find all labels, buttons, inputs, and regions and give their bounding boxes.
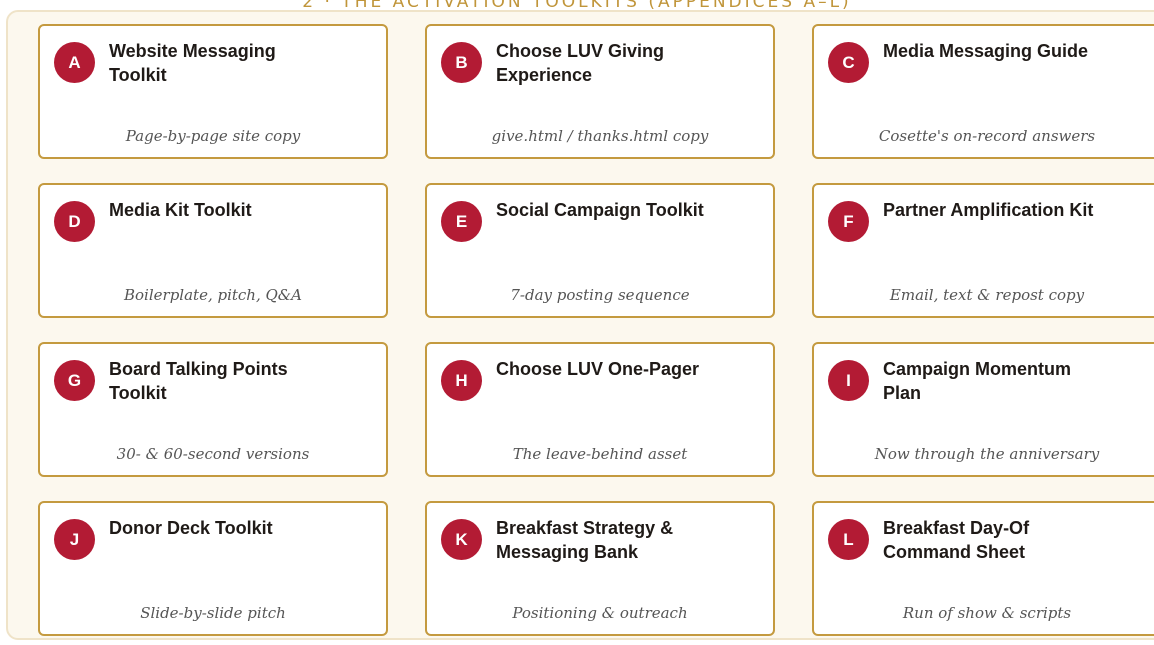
- card-title: Choose LUV Giving Experience: [496, 41, 665, 85]
- appendix-badge: B: [441, 42, 482, 83]
- appendix-badge: E: [441, 201, 482, 242]
- toolkit-card-e[interactable]: E Social Campaign Toolkit 7-day posting …: [425, 183, 775, 318]
- appendix-badge: H: [441, 360, 482, 401]
- card-title: Media Messaging Guide: [883, 41, 1089, 61]
- toolkit-card-d[interactable]: D Media Kit Toolkit Boilerplate, pitch, …: [38, 183, 388, 318]
- toolkit-card-i[interactable]: I Campaign Momentum Plan Now through the…: [812, 342, 1154, 477]
- card-title: Partner Amplification Kit: [883, 200, 1094, 220]
- card-title: Breakfast Strategy & Messaging Bank: [496, 518, 674, 562]
- card-title: Choose LUV One-Pager: [496, 359, 700, 379]
- toolkit-card-c[interactable]: C Media Messaging Guide Cosette's on-rec…: [812, 24, 1154, 159]
- appendix-badge: G: [54, 360, 95, 401]
- card-title: Campaign Momentum Plan: [883, 359, 1072, 403]
- toolkit-card-f[interactable]: F Partner Amplification Kit Email, text …: [812, 183, 1154, 318]
- toolkit-card-h[interactable]: H Choose LUV One-Pager The leave-behind …: [425, 342, 775, 477]
- toolkit-card-k[interactable]: K Breakfast Strategy & Messaging Bank Po…: [425, 501, 775, 636]
- appendix-badge: I: [828, 360, 869, 401]
- card-title: Breakfast Day-Of Command Sheet: [883, 518, 1030, 562]
- card-title: Board Talking Points Toolkit: [109, 359, 288, 403]
- appendix-badge: K: [441, 519, 482, 560]
- appendix-badge: J: [54, 519, 95, 560]
- toolkit-card-a[interactable]: A Website Messaging Toolkit Page-by-page…: [38, 24, 388, 159]
- appendix-badge: L: [828, 519, 869, 560]
- card-title: Social Campaign Toolkit: [496, 200, 704, 220]
- card-subtitle: The leave-behind asset: [512, 445, 688, 463]
- toolkit-card-l[interactable]: L Breakfast Day-Of Command Sheet Run of …: [812, 501, 1154, 636]
- card-subtitle: Page-by-page site copy: [125, 127, 301, 145]
- card-title: Donor Deck Toolkit: [109, 518, 273, 538]
- toolkit-card-b[interactable]: B Choose LUV Giving Experience give.html…: [425, 24, 775, 159]
- appendix-badge: D: [54, 201, 95, 242]
- toolkit-grid: A Website Messaging Toolkit Page-by-page…: [38, 24, 1154, 636]
- card-subtitle: give.html / thanks.html copy: [491, 127, 709, 145]
- card-subtitle: Positioning & outreach: [512, 604, 688, 622]
- card-subtitle: Now through the anniversary: [874, 445, 1100, 463]
- card-subtitle: 30- & 60-second versions: [116, 445, 310, 463]
- card-subtitle: 7-day posting sequence: [510, 286, 690, 304]
- card-subtitle: Run of show & scripts: [902, 604, 1072, 622]
- card-title: Website Messaging Toolkit: [109, 41, 276, 85]
- card-subtitle: Slide-by-slide pitch: [140, 604, 286, 622]
- card-subtitle: Boilerplate, pitch, Q&A: [124, 286, 302, 304]
- appendix-badge: C: [828, 42, 869, 83]
- card-subtitle: Email, text & repost copy: [889, 286, 1085, 304]
- appendix-badge: A: [54, 42, 95, 83]
- toolkit-card-g[interactable]: G Board Talking Points Toolkit 30- & 60-…: [38, 342, 388, 477]
- appendix-badge: F: [828, 201, 869, 242]
- toolkit-card-j[interactable]: J Donor Deck Toolkit Slide-by-slide pitc…: [38, 501, 388, 636]
- card-title: Media Kit Toolkit: [109, 200, 252, 220]
- card-subtitle: Cosette's on-record answers: [878, 127, 1096, 145]
